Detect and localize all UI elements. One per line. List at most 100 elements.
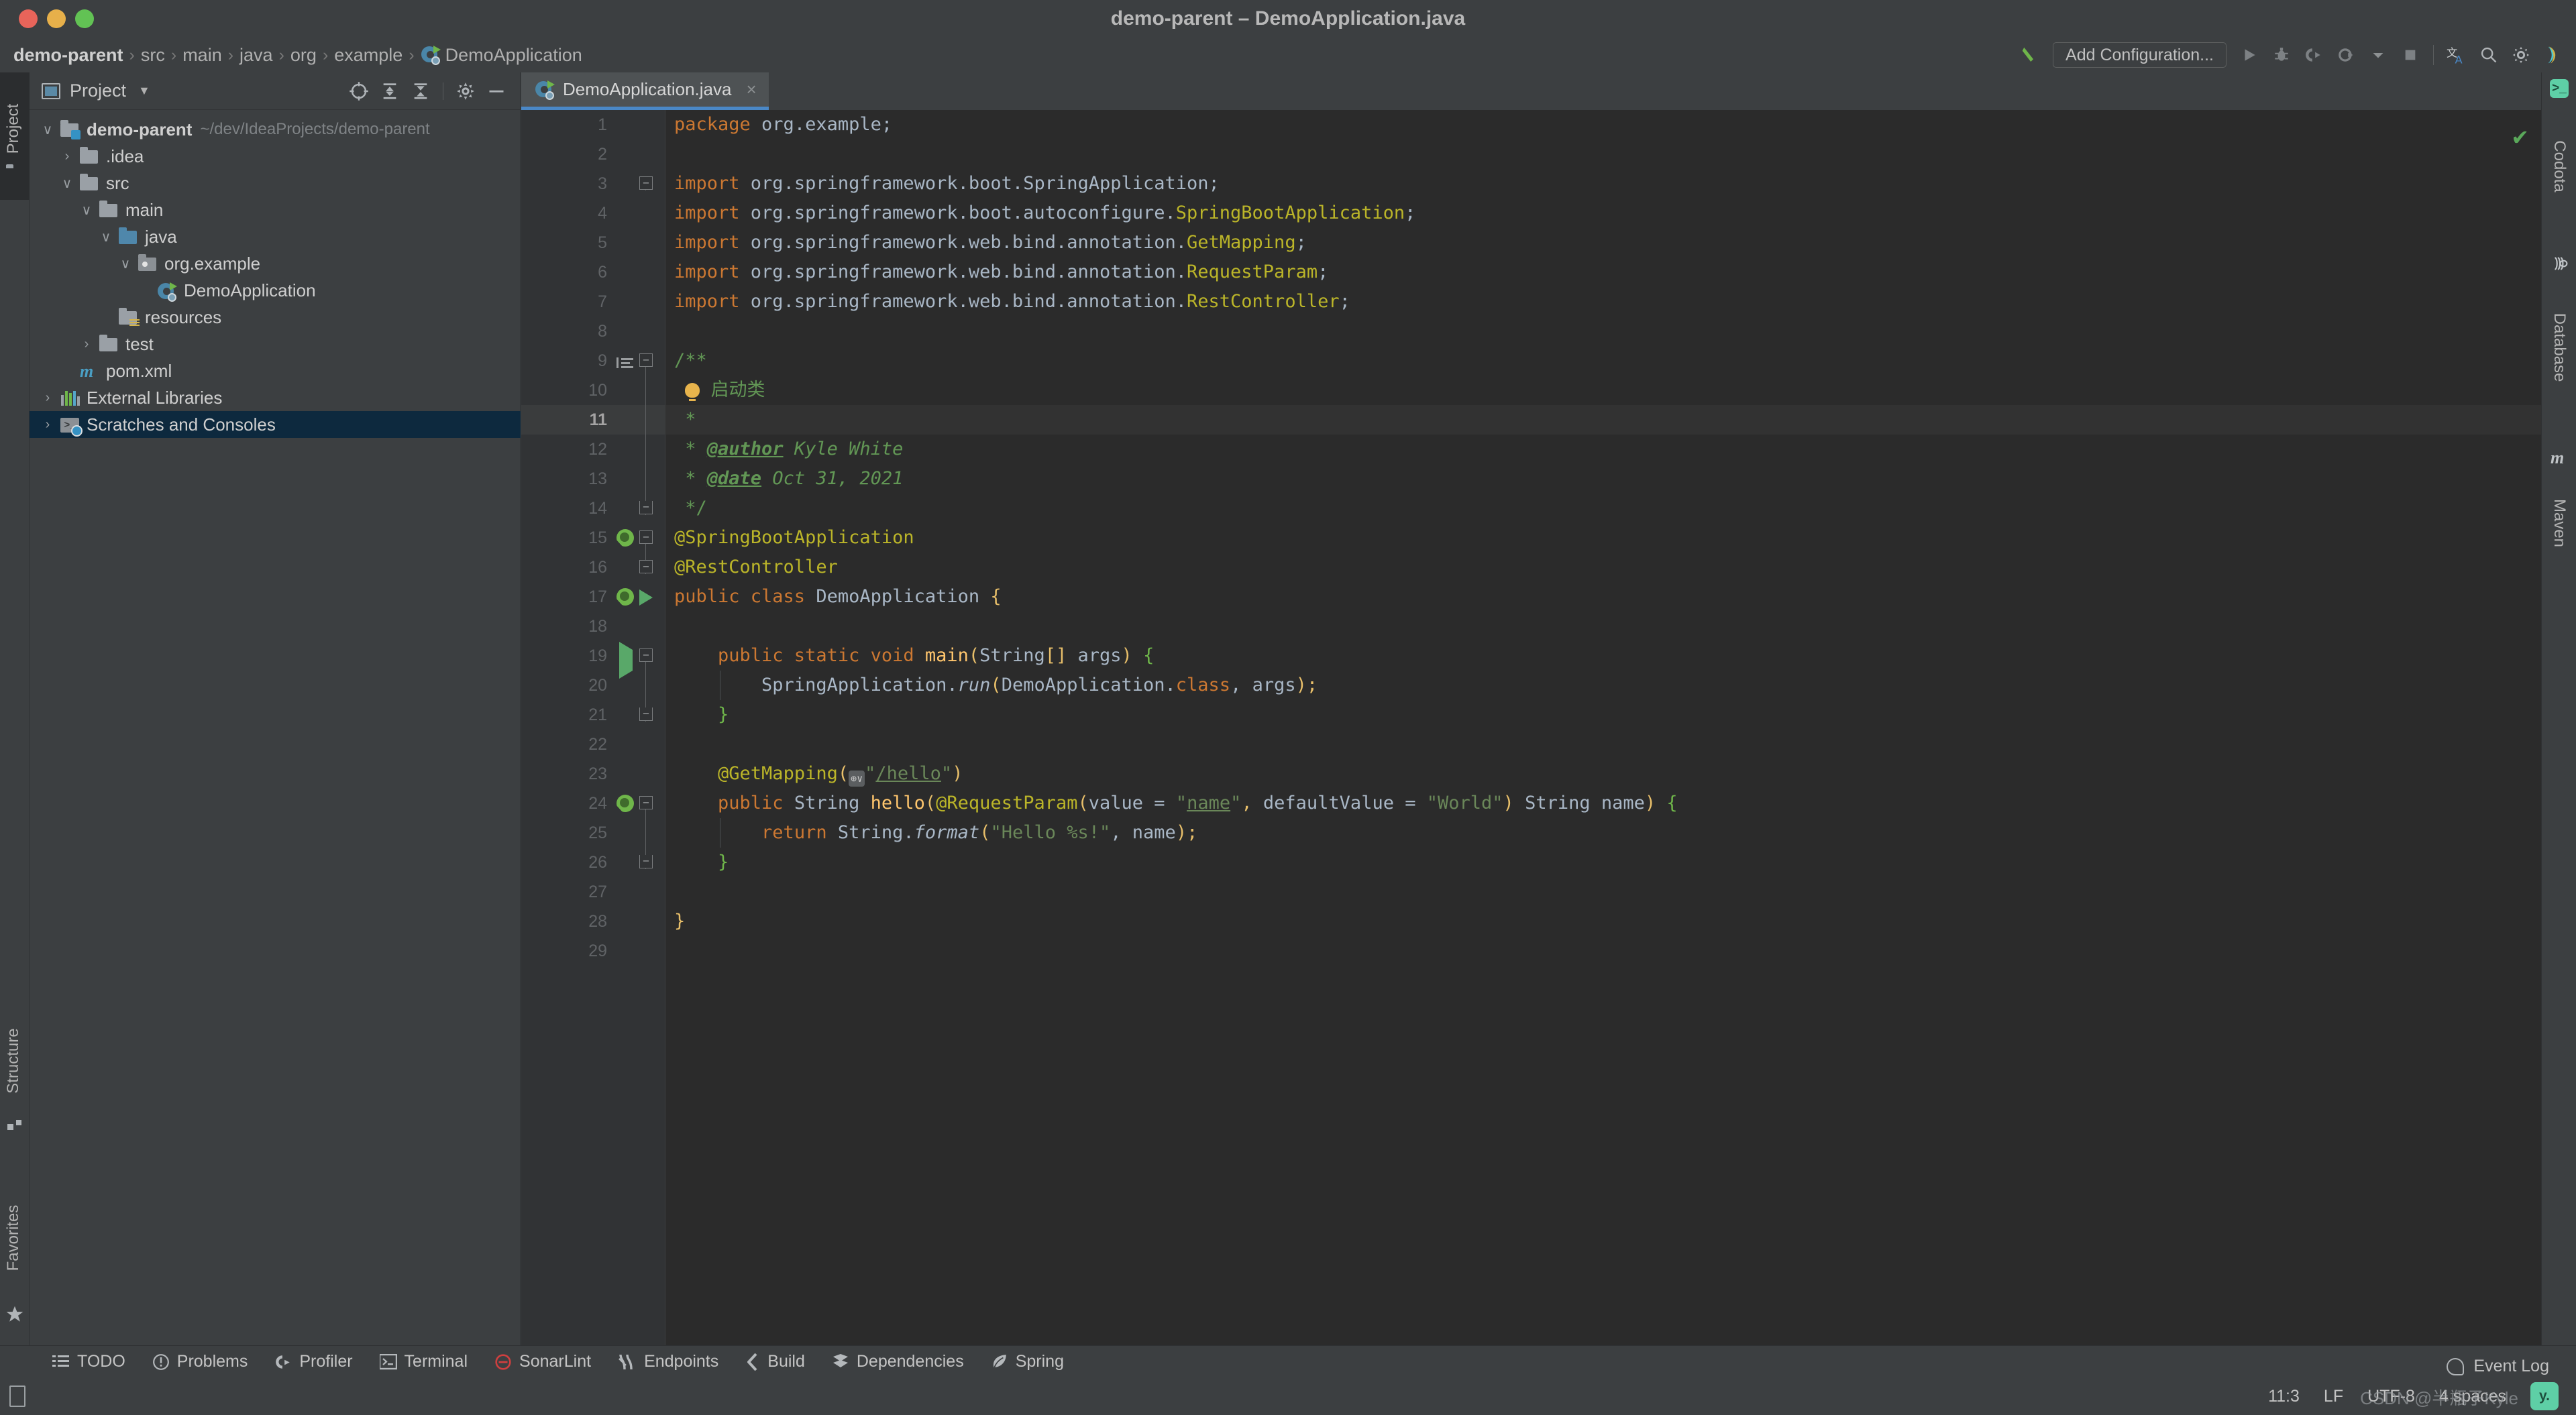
- tree-node-scratches-and-consoles[interactable]: › >_ Scratches and Consoles: [30, 411, 521, 438]
- bottom-tool-spring[interactable]: Spring: [977, 1346, 1077, 1378]
- code-line[interactable]: 20 SpringApplication.run(DemoApplication…: [521, 671, 2541, 700]
- javadoc-gutter-icon[interactable]: [616, 351, 637, 371]
- code-line[interactable]: 4 import org.springframework.boot.autocon…: [521, 199, 2541, 228]
- settings-gear-icon[interactable]: [451, 77, 480, 105]
- bottom-tool-todo[interactable]: TODO: [39, 1346, 139, 1378]
- code-line[interactable]: 2: [521, 139, 2541, 169]
- fold-collapse-icon[interactable]: −: [639, 530, 653, 544]
- code-line[interactable]: 9 − /**: [521, 346, 2541, 376]
- code-line[interactable]: 23 @GetMapping(⊕∨ "/hello"): [521, 759, 2541, 789]
- code-line[interactable]: 27: [521, 877, 2541, 907]
- chevron-right-icon[interactable]: ›: [75, 337, 98, 352]
- bottom-tool-build[interactable]: Build: [732, 1346, 818, 1378]
- code-line[interactable]: 12 * @author Kyle White: [521, 435, 2541, 464]
- close-icon[interactable]: ×: [746, 79, 756, 100]
- sidebar-item-favorites[interactable]: Favorites: [0, 1172, 30, 1326]
- tree-node--idea[interactable]: › .idea: [30, 143, 521, 170]
- sidebar-item-database[interactable]: Database: [2542, 278, 2576, 439]
- chevron-down-icon[interactable]: ∨: [56, 175, 78, 192]
- fold-collapse-icon[interactable]: −: [639, 353, 653, 367]
- left-tool-strip[interactable]: Project Structure Favorites: [0, 72, 30, 1348]
- encoding[interactable]: UTF-8: [2367, 1387, 2415, 1406]
- web-endpoint-icon[interactable]: ⊕∨: [849, 771, 865, 787]
- minimize-window-button[interactable]: [47, 9, 66, 28]
- code-line[interactable]: 11 *: [521, 405, 2541, 435]
- search-icon[interactable]: [2473, 40, 2505, 70]
- breadcrumb-item-java[interactable]: java: [235, 45, 277, 66]
- tree-node-java[interactable]: ∨ java: [30, 223, 521, 250]
- run-gutter-icon[interactable]: [619, 642, 639, 679]
- sidebar-item-project[interactable]: Project: [0, 72, 30, 200]
- code-line[interactable]: 18: [521, 612, 2541, 641]
- breadcrumb-item-example[interactable]: example: [330, 45, 407, 66]
- fold-collapse-icon[interactable]: −: [639, 648, 653, 662]
- right-tool-strip[interactable]: >_ Codota Database m Maven: [2541, 72, 2576, 1348]
- tree-node-pom-xml[interactable]: ·m pom.xml: [30, 357, 521, 384]
- memory-indicator-icon[interactable]: [9, 1385, 25, 1407]
- hide-panel-icon[interactable]: [482, 77, 511, 105]
- project-panel-toolbar[interactable]: [345, 72, 511, 110]
- project-tree[interactable]: ∨ demo-parent ~/dev/IdeaProjects/demo-pare…: [30, 111, 521, 1348]
- profile-icon[interactable]: [2330, 40, 2362, 70]
- code-line[interactable]: 28}: [521, 907, 2541, 936]
- code-line[interactable]: 15 − @SpringBootApplication: [521, 523, 2541, 553]
- chevron-right-icon[interactable]: ›: [36, 417, 59, 433]
- spring-bean-gutter-icon[interactable]: [615, 528, 635, 548]
- code-line[interactable]: 22: [521, 730, 2541, 759]
- tree-node-main[interactable]: ∨ main: [30, 196, 521, 223]
- fold-end-icon[interactable]: −: [639, 501, 653, 514]
- code-line[interactable]: 3 − import org.springframework.boot.Spring…: [521, 169, 2541, 199]
- build-hammer-icon[interactable]: [2014, 40, 2046, 70]
- debug-icon[interactable]: [2265, 40, 2298, 70]
- code-line[interactable]: 29: [521, 936, 2541, 966]
- fold-end-icon[interactable]: −: [639, 855, 653, 868]
- spring-endpoint-gutter-icon[interactable]: [615, 793, 635, 813]
- code-line[interactable]: 1 package org.example;: [521, 110, 2541, 139]
- code-line[interactable]: 19 − public static void main(String[] arg…: [521, 641, 2541, 679]
- chevron-right-icon[interactable]: ›: [56, 149, 78, 164]
- run-with-coverage-icon[interactable]: [2298, 40, 2330, 70]
- jetbrains-toolbox-icon[interactable]: [2537, 40, 2569, 70]
- code-line[interactable]: 13 * @date Oct 31, 2021: [521, 464, 2541, 494]
- fold-collapse-icon[interactable]: −: [639, 560, 653, 573]
- breadcrumb-item-demo-parent[interactable]: demo-parent: [9, 45, 127, 66]
- code-line[interactable]: 7 import org.springframework.web.bind.ann…: [521, 287, 2541, 317]
- code-line[interactable]: 17 public class DemoApplication {: [521, 582, 2541, 612]
- status-bar-left[interactable]: [9, 1385, 25, 1407]
- fold-end-icon[interactable]: −: [639, 708, 653, 721]
- add-configuration-button[interactable]: Add Configuration...: [2053, 42, 2226, 68]
- avatar[interactable]: y.: [2530, 1382, 2559, 1410]
- bottom-tool-dependencies[interactable]: Dependencies: [818, 1346, 977, 1378]
- run-icon[interactable]: [2233, 40, 2265, 70]
- code-editor[interactable]: 1 package org.example; 2 3− import org.sprin…: [521, 110, 2541, 1348]
- breadcrumb-item-main[interactable]: main: [178, 45, 226, 66]
- bottom-tool-endpoints[interactable]: Endpoints: [604, 1346, 732, 1378]
- bottom-tool-window-bar[interactable]: TODO Problems Profiler Terminal SonarLint End…: [0, 1345, 2576, 1377]
- code-line[interactable]: 6 import org.springframework.web.bind.ann…: [521, 258, 2541, 287]
- tab-demoapplication-java[interactable]: DemoApplication.java ×: [521, 72, 769, 110]
- maximize-window-button[interactable]: [75, 9, 94, 28]
- settings-gear-icon[interactable]: [2505, 40, 2537, 70]
- bottom-tool-terminal[interactable]: Terminal: [366, 1346, 481, 1378]
- locate-icon[interactable]: [345, 77, 373, 105]
- sidebar-item-maven[interactable]: Maven: [2542, 469, 2576, 597]
- sidebar-item-codota[interactable]: Codota: [2542, 103, 2576, 244]
- event-log-button[interactable]: Event Log: [2447, 1357, 2549, 1376]
- bottom-tool-problems[interactable]: Problems: [139, 1346, 262, 1378]
- lightbulb-icon[interactable]: [685, 383, 700, 401]
- chevron-down-icon[interactable]: ∨: [114, 256, 137, 272]
- window-controls[interactable]: [19, 0, 94, 38]
- breadcrumb-item-src[interactable]: src: [137, 45, 169, 66]
- tree-node-resources[interactable]: · resources: [30, 304, 521, 331]
- main-toolbar[interactable]: Add Configuration... 文A: [2014, 38, 2569, 72]
- bottom-tool-profiler[interactable]: Profiler: [261, 1346, 366, 1378]
- code-line[interactable]: 10 启动类: [521, 376, 2541, 405]
- chevron-down-icon[interactable]: ∨: [75, 202, 98, 219]
- tree-node-demo-parent[interactable]: ∨ demo-parent ~/dev/IdeaProjects/demo-pare…: [30, 116, 521, 143]
- close-window-button[interactable]: [19, 9, 38, 28]
- chevron-down-icon[interactable]: ∨: [95, 229, 117, 245]
- translate-icon[interactable]: 文A: [2440, 40, 2473, 70]
- fold-collapse-icon[interactable]: −: [639, 176, 653, 190]
- code-line[interactable]: 21 − }: [521, 700, 2541, 730]
- spring-bean-run-gutter-icon[interactable]: [615, 587, 653, 607]
